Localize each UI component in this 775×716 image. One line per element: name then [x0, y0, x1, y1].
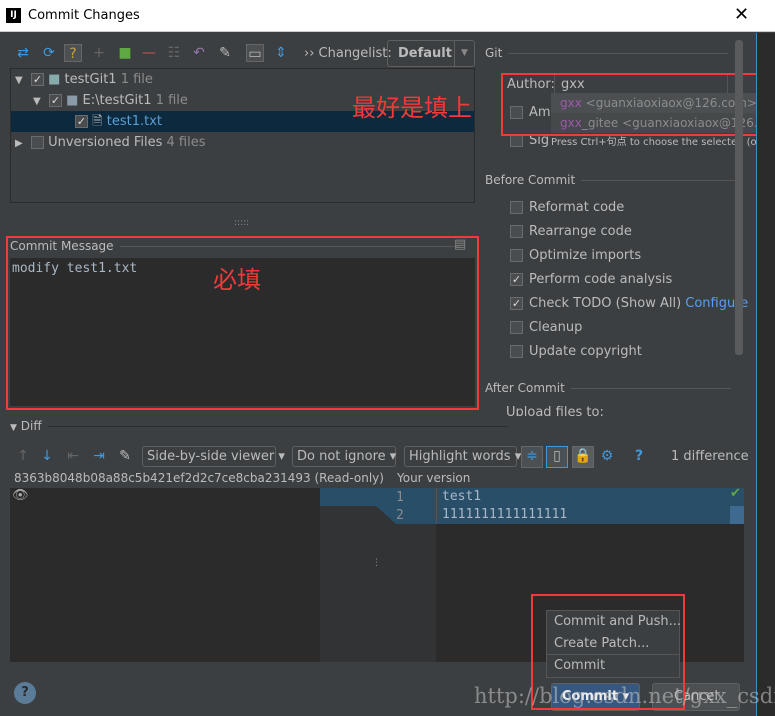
option-label: Rearrange code: [529, 224, 632, 239]
help-button[interactable]: ?: [14, 682, 36, 704]
viewer-select[interactable]: Side-by-side viewer ▾: [142, 446, 285, 467]
next-file-icon[interactable]: ⇥: [90, 447, 108, 465]
ignore-select[interactable]: Do not ignore ▾: [292, 446, 396, 467]
difference-count: 1 difference: [671, 449, 749, 464]
option-label: Perform code analysis: [529, 272, 673, 287]
previous-diff-icon[interactable]: ↑: [14, 447, 32, 465]
checkbox[interactable]: [510, 249, 523, 262]
line-number: 1: [396, 490, 404, 505]
revert-icon[interactable]: ↶: [190, 44, 208, 62]
expand-icon[interactable]: ⇕: [272, 44, 290, 62]
window-title: Commit Changes: [28, 8, 140, 23]
diff-line: test1: [442, 489, 482, 504]
option-label: Update copyright: [529, 344, 642, 359]
diff-line: 1111111111111111: [442, 507, 568, 522]
annotation-text: 最好是填上: [352, 94, 472, 122]
remove-icon[interactable]: —: [140, 44, 158, 62]
option-label: Check TODO (Show All): [529, 296, 682, 311]
annotation-text: 必填: [213, 266, 261, 294]
edit-icon[interactable]: ✎: [216, 44, 234, 62]
option-checkbox[interactable]: Reformat code: [510, 198, 624, 218]
checkbox[interactable]: [510, 345, 523, 358]
next-diff-icon[interactable]: ↓: [38, 447, 56, 465]
background-window: [756, 33, 775, 716]
after-commit-section: After Commit: [485, 381, 731, 395]
option-checkbox[interactable]: Rearrange code: [510, 222, 632, 242]
app-logo-icon: IJ: [6, 8, 21, 23]
before-commit-section: Before Commit: [485, 173, 742, 187]
close-button[interactable]: ✕: [734, 4, 749, 25]
scroll-marker: [730, 506, 744, 524]
eye-icon: 👁: [12, 488, 29, 503]
line-number: 2: [396, 508, 404, 523]
title-bar: IJ Commit Changes ✕: [0, 0, 775, 32]
scrollbar[interactable]: [735, 40, 743, 355]
git-section: Git: [485, 46, 729, 60]
upload-label: Upload files to:: [506, 405, 604, 416]
diff-icon[interactable]: ⇄: [14, 44, 32, 62]
collapse-unchanged-icon[interactable]: ≑: [521, 446, 543, 468]
chevron-down-icon: ▼: [454, 41, 474, 66]
tree-item-root[interactable]: ▼ ✓ ■ testGit1 1 file: [15, 69, 153, 90]
option-label: Cleanup: [529, 320, 583, 335]
left-title: 8363b8048b08a88c5b421ef2d2c7ce8cba231493…: [14, 471, 384, 485]
move-icon[interactable]: ■: [116, 44, 134, 62]
help-icon[interactable]: ?: [630, 447, 648, 465]
option-checkbox[interactable]: Cleanup: [510, 318, 582, 338]
option-checkbox[interactable]: Update copyright: [510, 342, 642, 362]
checkbox[interactable]: ✓: [48, 94, 62, 107]
folder-icon[interactable]: ▭: [246, 44, 264, 62]
option-label: Optimize imports: [529, 248, 642, 263]
edit-source-icon[interactable]: ✎: [116, 447, 134, 465]
group-icon[interactable]: ?: [64, 44, 82, 62]
changelist-select[interactable]: Default ▼: [387, 40, 475, 67]
diff-gutter: 1 2 ⋮: [320, 488, 436, 662]
checkbox[interactable]: [510, 225, 523, 238]
splitter-handle[interactable]: :::::: [234, 218, 249, 228]
add-icon[interactable]: +: [90, 44, 108, 62]
file-icon: 🗎: [92, 114, 103, 129]
right-title: Your version: [397, 471, 471, 485]
checklist-icon[interactable]: ☷: [165, 44, 183, 62]
option-checkbox[interactable]: ✓ Perform code analysis: [510, 270, 672, 290]
check-icon: ✔: [730, 486, 741, 501]
gear-icon[interactable]: ⚙: [598, 447, 616, 465]
previous-file-icon[interactable]: ⇤: [64, 447, 82, 465]
checkbox[interactable]: ✓: [75, 115, 88, 128]
refresh-icon[interactable]: ⟳: [40, 44, 58, 62]
left-editor[interactable]: 👁: [10, 488, 320, 662]
checkbox[interactable]: ✓: [30, 73, 44, 86]
diff-section[interactable]: ▼ Diff: [10, 419, 508, 433]
lock-icon[interactable]: 🔒: [572, 446, 594, 468]
sync-scroll-icon[interactable]: ▯: [546, 446, 568, 468]
watermark: http://blog.csdn.net/gxx_csdn: [474, 684, 775, 708]
checkbox[interactable]: [510, 201, 523, 214]
annotation-box: [501, 73, 773, 136]
checkbox[interactable]: [510, 321, 523, 334]
changelist-label: ›› Changelist:: [304, 46, 392, 61]
option-checkbox[interactable]: Optimize imports: [510, 246, 641, 266]
tree-item-folder[interactable]: ▼ ✓ ■ E:\testGit1 1 file: [33, 90, 188, 111]
checkbox[interactable]: ✓: [510, 273, 523, 286]
highlight-select[interactable]: Highlight words ▾: [404, 446, 521, 467]
checkbox[interactable]: ✓: [510, 297, 523, 310]
option-checkbox[interactable]: ✓ Check TODO (Show All) Configure: [510, 294, 748, 314]
splitter-handle[interactable]: ⋮: [372, 558, 381, 568]
option-label: Reformat code: [529, 200, 625, 215]
tree-item-unversioned[interactable]: ▶ Unversioned Files 4 files: [15, 132, 206, 153]
checkbox[interactable]: [30, 136, 44, 149]
